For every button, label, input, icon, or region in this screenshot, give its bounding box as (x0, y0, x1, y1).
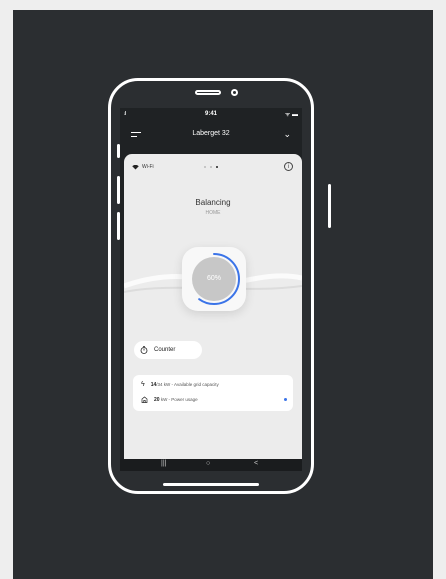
wifi-battery-icon: ᯤ ▬ (284, 112, 298, 118)
status-dot (284, 398, 287, 401)
home-icon (141, 396, 148, 403)
power-usage-row: 20 kW - Power usage (141, 396, 198, 403)
balancing-gauge[interactable]: 60% (182, 247, 246, 311)
grid-info-card: ϟ 14/34 kW - Available grid capacity 20 … (133, 375, 293, 411)
mode-subtitle: HOME (205, 210, 221, 216)
counter-button[interactable]: Counter (134, 341, 202, 359)
counter-label: Counter (154, 347, 176, 353)
page-dot[interactable] (204, 166, 206, 168)
status-time: 9:41 (204, 111, 217, 117)
connection-label: Wi-Fi (142, 164, 154, 170)
main-content: Wi-Fi i Balancing HOME 60% Counter ϟ 14/… (124, 154, 302, 459)
location-title[interactable]: Laberget 32 (120, 130, 302, 137)
recents-button[interactable]: ||| (161, 460, 166, 467)
camera-icon (231, 89, 238, 96)
counter-icon (140, 346, 148, 354)
page-dot-active[interactable] (216, 166, 218, 168)
android-nav-bar: ||| ○ < (120, 459, 302, 471)
gauge-value: 60% (206, 275, 221, 282)
back-button[interactable]: < (254, 460, 258, 467)
status-bar: .ıll 9:41 ᯤ ▬ (120, 108, 302, 122)
mode-title: Balancing (195, 198, 231, 207)
speaker-icon (195, 90, 221, 95)
connection-status: Wi-Fi (132, 164, 154, 170)
home-indicator (163, 483, 259, 486)
home-button[interactable]: ○ (206, 460, 210, 467)
grid-capacity-text: /34 kW - Available grid capacity (156, 381, 219, 387)
wifi-icon (132, 164, 139, 169)
power-button (328, 184, 331, 228)
app-bar: Laberget 32 ⌄ (120, 122, 302, 150)
page-indicator[interactable] (204, 166, 218, 168)
lightning-icon: ϟ (141, 381, 145, 388)
phone-screen: .ıll 9:41 ᯤ ▬ Laberget 32 ⌄ Wi-Fi i Bala… (120, 108, 302, 471)
grid-capacity-row: ϟ 14/34 kW - Available grid capacity (141, 381, 219, 388)
power-usage-text: kW - Power usage (159, 396, 198, 402)
chevron-down-icon[interactable]: ⌄ (283, 129, 291, 140)
page-dot[interactable] (210, 166, 212, 168)
info-icon[interactable]: i (284, 162, 293, 171)
